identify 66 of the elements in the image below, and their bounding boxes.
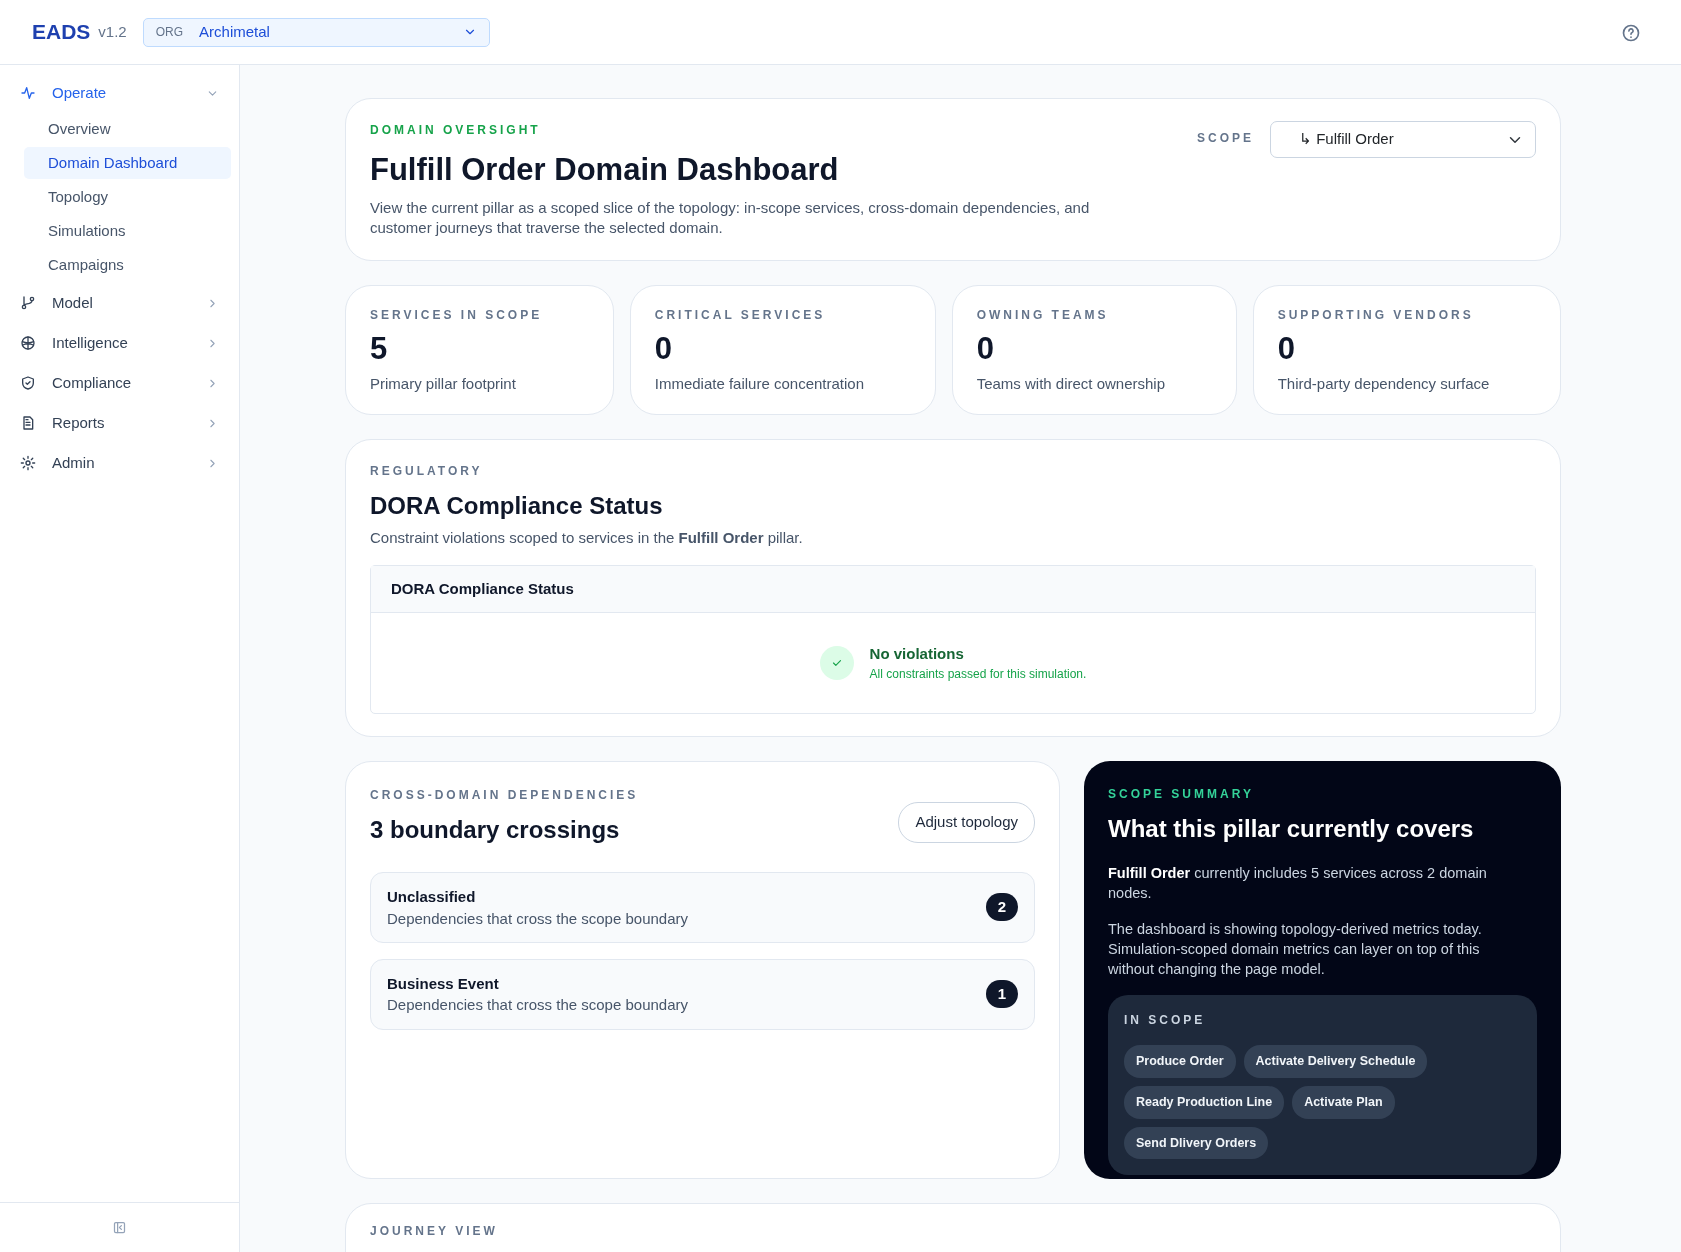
document-icon: [20, 415, 36, 431]
dependency-description: Dependencies that cross the scope boundary: [387, 908, 690, 929]
sidebar-group[interactable]: Intelligence: [0, 323, 239, 363]
section-title: DORA Compliance Status: [370, 491, 664, 522]
summary-paragraph: The dashboard is showing topology-derived metrics today. Simulation-scoped domain metrics can layer on top of this without changing the page model.: [1108, 920, 1483, 980]
status-title: No violations: [869, 643, 965, 664]
in-scope-label: IN SCOPE: [1124, 1012, 1207, 1030]
page-description: View the current pillar as a scoped slice of the topology: in-scope services, cross-domain dependencies, and customer journeys that traverse the selected domain.: [370, 197, 1091, 238]
app-logo: EADS: [32, 19, 91, 46]
page-title: Fulfill Order Domain Dashboard: [370, 151, 840, 189]
pulse-icon: [20, 85, 36, 101]
gear-icon: [20, 455, 36, 471]
stat-caption: Third-party dependency surface: [1277, 374, 1491, 395]
shield-icon: [20, 375, 36, 391]
count-badge: 2: [986, 893, 1018, 922]
stat-label: SUPPORTING VENDORS: [1277, 307, 1475, 324]
service-tag: Send Dlivery Orders: [1124, 1126, 1269, 1160]
panel-header: DORA Compliance Status: [371, 565, 1535, 614]
stat-caption: Teams with direct ownership: [976, 374, 1167, 395]
section-eyebrow: JOURNEY VIEW: [370, 1223, 499, 1241]
count-badge: 1: [986, 980, 1018, 1009]
stat-value: 0: [654, 332, 673, 367]
dependency-description: Dependencies that cross the scope boundary: [387, 995, 690, 1016]
sidebar-group[interactable]: Model: [0, 283, 239, 323]
sidebar-item[interactable]: Campaigns: [24, 249, 231, 281]
stat-value: 0: [1277, 332, 1296, 367]
help-icon: [1621, 22, 1641, 43]
sidebar-group[interactable]: Compliance: [0, 363, 239, 403]
stat-value: 5: [370, 332, 389, 367]
sidebar-group[interactable]: Admin: [0, 443, 239, 483]
sidebar-item[interactable]: Domain Dashboard: [24, 147, 231, 179]
stat-caption: Primary pillar footprint: [370, 374, 517, 395]
org-selector[interactable]: ORG Archimetal: [142, 17, 490, 47]
check-icon: [819, 646, 854, 681]
sidebar-item[interactable]: Overview: [24, 113, 231, 145]
section-title: 3 boundary crossings: [370, 815, 621, 846]
stat-label: OWNING TEAMS: [976, 307, 1110, 324]
stat-caption: Immediate failure concentration: [654, 374, 866, 395]
service-tag: Activate Delivery Schedule: [1243, 1045, 1428, 1078]
scope-label: SCOPE: [1197, 130, 1254, 147]
summary-paragraph: Fulfill Order currently includes 5 services across 2 domain nodes.: [1108, 864, 1488, 904]
dependency-name: Business Event: [387, 973, 500, 994]
globe-icon: [20, 335, 36, 351]
stat-value: 0: [976, 332, 995, 367]
section-eyebrow: DOMAIN OVERSIGHT: [370, 122, 542, 139]
section-description: Constraint violations scoped to services in the Fulfill Order pillar.: [370, 528, 804, 549]
section-eyebrow: SCOPE SUMMARY: [1108, 786, 1255, 804]
version-label: v1.2: [98, 21, 127, 42]
stat-label: SERVICES IN SCOPE: [370, 307, 544, 324]
adjust-topology-button[interactable]: Adjust topology: [898, 802, 1035, 843]
section-eyebrow: REGULATORY: [370, 463, 484, 481]
collapse-sidebar-icon: [112, 1220, 127, 1235]
stat-label: CRITICAL SERVICES: [654, 307, 827, 324]
service-tag: Produce Order: [1124, 1045, 1236, 1078]
status-detail: All constraints passed for this simulation.: [869, 666, 1087, 684]
branch-icon: [20, 295, 36, 311]
service-tag: Activate Plan: [1292, 1085, 1395, 1119]
section-eyebrow: CROSS-DOMAIN DEPENDENCIES: [370, 787, 640, 805]
scope-select[interactable]: ↳ Fulfill Order: [1270, 121, 1536, 158]
sidebar-item[interactable]: Topology: [24, 181, 231, 213]
service-tag: Ready Production Line: [1124, 1085, 1285, 1119]
sidebar-item[interactable]: Simulations: [24, 215, 231, 247]
sidebar-group[interactable]: Operate: [0, 73, 239, 113]
section-title: What this pillar currently covers: [1108, 814, 1475, 845]
sidebar-group[interactable]: Reports: [0, 403, 239, 443]
dependency-name: Unclassified: [387, 887, 477, 908]
